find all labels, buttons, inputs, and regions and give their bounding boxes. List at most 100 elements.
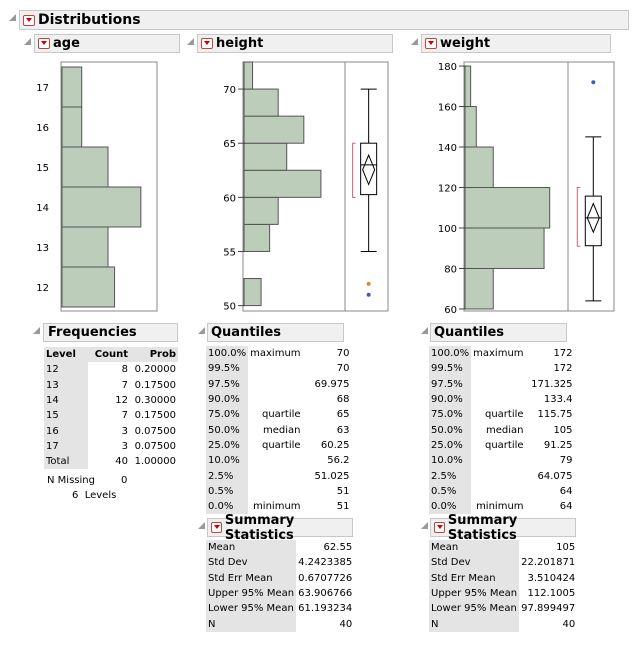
table-row: 15 7 0.17500 [44, 408, 178, 424]
quantile-value-cell: 69.975 [314, 378, 350, 390]
quantile-value-cell: 79 [559, 455, 573, 467]
outlier-point [366, 292, 371, 297]
count-cell: 40 [115, 456, 128, 468]
axis-tick-label: 15 [36, 163, 49, 174]
quantile-label-cell: median [486, 424, 524, 436]
prob-cell: 0.17500 [134, 410, 176, 422]
count-cell: 3 [121, 425, 128, 437]
disclosure-icon[interactable] [198, 327, 205, 334]
axis-tick-label: 60 [444, 305, 457, 316]
stat-label-cell: Std Err Mean [429, 570, 520, 586]
axis-tick-label: 120 [438, 184, 457, 195]
disclosure-icon[interactable] [198, 522, 205, 529]
histogram-bar [243, 142, 288, 171]
histogram-bar [61, 66, 83, 108]
histogram-bar [243, 278, 262, 307]
quantile-value-cell: 133.4 [543, 394, 573, 406]
quantile-pct-cell: 99.5% [206, 361, 249, 377]
count-cell: 7 [121, 379, 128, 391]
age-histogram: 12 13 14 15 16 17 [36, 61, 158, 312]
axis-tick-label: 80 [444, 264, 457, 275]
axis-tick-label: 65 [223, 139, 236, 150]
quantile-value-cell: 51.025 [314, 470, 350, 482]
table-row: 0.5% 64 [429, 483, 575, 499]
quantile-pct-cell: 50.0% [429, 422, 472, 438]
quantiles-title: Quantiles [211, 325, 282, 340]
histogram-bar [61, 146, 109, 188]
table-row: 10.0% 79 [429, 453, 575, 469]
prob-cell: 1.00000 [134, 456, 176, 468]
table-row: 75.0% quartile 115.75 [429, 407, 575, 423]
disclosure-icon[interactable] [33, 327, 40, 334]
weight-quantiles-header: Quantiles [430, 323, 567, 342]
table-row: 10.0% 56.2 [206, 453, 352, 469]
quantile-value-cell: 172 [553, 363, 573, 375]
histogram-bar [243, 223, 271, 252]
axis-tick-label: 50 [223, 302, 236, 313]
levels-text: 6 Levels [72, 490, 117, 501]
histogram-bar [464, 65, 472, 108]
stat-label-cell: Lower 95% Mean [206, 601, 297, 617]
quantile-pct-cell: 97.5% [429, 376, 472, 392]
n-missing-label: N Missing [47, 475, 95, 486]
histogram-bar [61, 266, 116, 308]
quantile-pct-cell: 2.5% [206, 468, 249, 484]
quantile-value-cell: 70 [336, 363, 350, 375]
height-histogram: 50 55 60 65 70 [223, 61, 389, 313]
stat-label-cell: Mean [206, 540, 297, 556]
table-row: Std Dev 4.2423385 [206, 555, 354, 571]
n-missing-value: 0 [121, 475, 128, 486]
quantile-label-cell [248, 484, 302, 499]
quantile-pct-cell: 100.0% [429, 346, 472, 362]
table-row: 0.5% 51 [206, 483, 352, 499]
table-row: Lower 95% Mean 61.193234 [206, 601, 354, 617]
col-header-count: Count [94, 349, 128, 361]
quantile-pct-cell: 10.0% [206, 453, 249, 469]
quantile-label-cell: quartile [484, 409, 524, 421]
quantile-label-cell: maximum [250, 348, 301, 360]
quantile-value-cell: 65 [336, 409, 350, 421]
disclosure-icon[interactable] [421, 522, 428, 529]
quantile-label-cell [471, 392, 525, 407]
histogram-bar [61, 186, 142, 228]
histogram-bar [464, 267, 494, 310]
axis-tick-label: 180 [438, 62, 457, 73]
red-triangle-menu-icon[interactable] [434, 522, 445, 533]
stat-value-cell: 0.6707726 [298, 572, 353, 584]
table-row: Std Dev 22.201871 [429, 555, 577, 571]
table-row: Lower 95% Mean 97.899497 [429, 601, 577, 617]
quantile-label-cell [248, 453, 302, 468]
level-cell: 16 [44, 423, 88, 439]
red-triangle-menu-icon[interactable] [211, 522, 222, 533]
quantile-pct-cell: 25.0% [429, 437, 472, 454]
weight-summary-header: Summary Statistics [430, 513, 576, 543]
disclosure-icon[interactable] [421, 327, 428, 334]
stat-value-cell: 112.1005 [527, 588, 576, 600]
stat-label-cell: N [206, 616, 297, 632]
quantile-pct-cell: 0.5% [429, 483, 472, 499]
table-row: 25.0% quartile 60.25 [206, 437, 352, 454]
height-summary-table: Mean 62.55 Std Dev 4.2423385 Std Err Mean 0.6… [206, 540, 354, 632]
quantile-value-cell: 105 [553, 424, 573, 436]
histogram-charts: 12 13 14 15 16 17 50 55 60 65 70 60 80 100 120 140 160… [36, 61, 615, 316]
quantile-pct-cell: 25.0% [206, 437, 249, 454]
stat-value-cell: 62.55 [323, 542, 353, 554]
quantile-value-cell: 51 [336, 485, 350, 497]
axis-tick-label: 70 [223, 85, 236, 96]
histogram-bar [243, 169, 322, 198]
level-cell: 13 [44, 377, 88, 393]
quantile-pct-cell: 90.0% [429, 391, 472, 408]
quantile-pct-cell: 0.5% [206, 483, 249, 499]
quantile-value-cell: 63 [336, 424, 350, 436]
quantile-label-cell [248, 377, 302, 392]
stat-value-cell: 40 [562, 618, 576, 630]
table-row: 97.5% 171.325 [429, 376, 575, 392]
quantile-pct-cell: 50.0% [206, 422, 249, 438]
table-row: 97.5% 69.975 [206, 376, 352, 392]
quantile-value-cell: 64.075 [537, 470, 573, 482]
quantile-value-cell: 60.25 [320, 439, 350, 451]
quantile-value-cell: 70 [336, 348, 350, 360]
quantile-value-cell: 115.75 [537, 409, 573, 421]
summary-title: Summary Statistics [224, 512, 295, 543]
axis-tick-label: 16 [36, 123, 49, 134]
